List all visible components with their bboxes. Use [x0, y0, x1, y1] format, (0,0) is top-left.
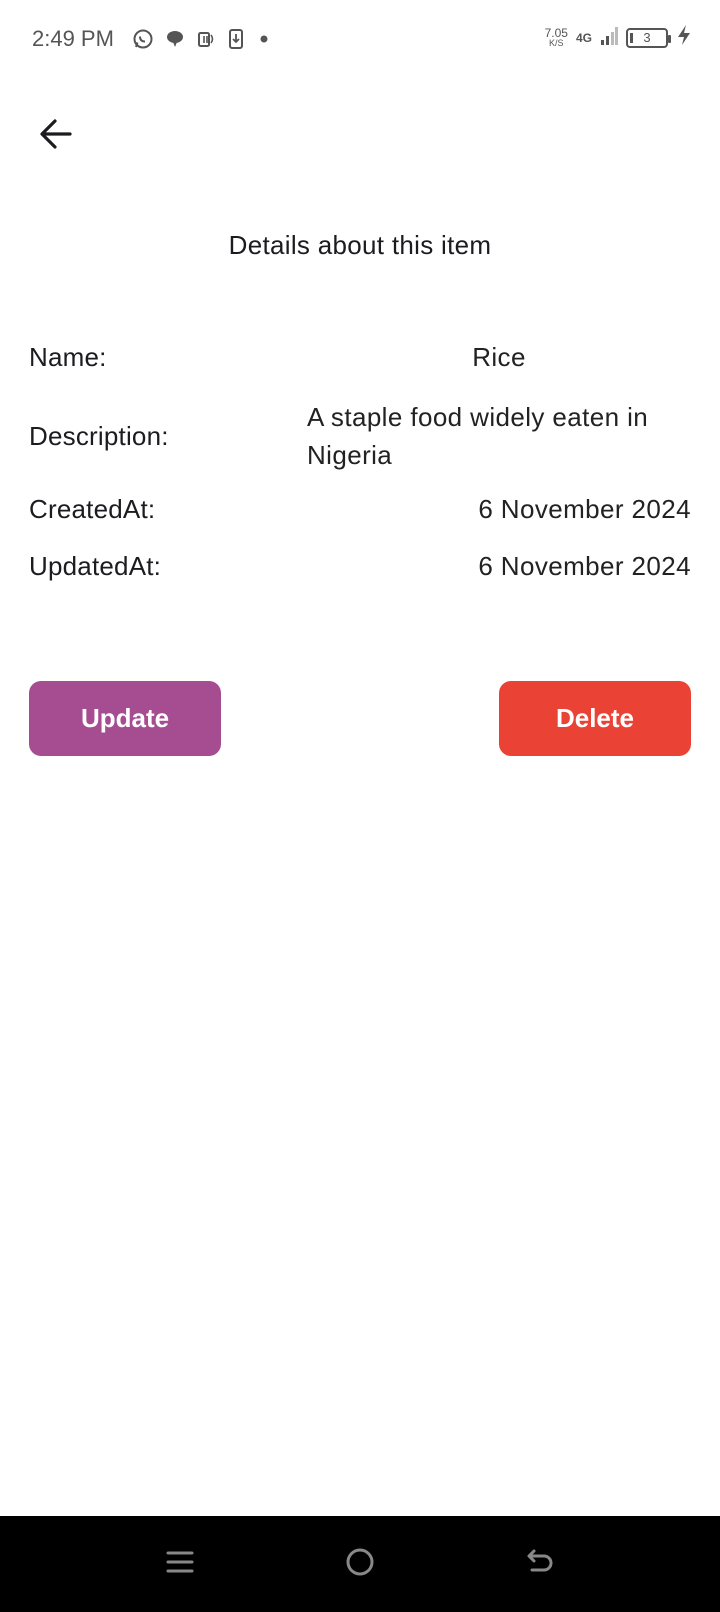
dot-icon	[256, 28, 272, 50]
page-title: Details about this item	[228, 230, 492, 260]
name-value: Rice	[472, 342, 526, 372]
whatsapp-icon	[132, 28, 154, 50]
delete-button[interactable]: Delete	[499, 681, 691, 756]
detail-row-updated: UpdatedAt: 6 November 2024	[29, 551, 691, 582]
network-type: 4G	[575, 30, 592, 45]
network-speed-unit: K/S	[549, 38, 564, 48]
charging-icon	[676, 24, 692, 51]
detail-row-created: CreatedAt: 6 November 2024	[29, 494, 691, 525]
update-button[interactable]: Update	[29, 681, 221, 756]
chat-icon	[164, 28, 186, 50]
signal-icon	[600, 24, 618, 51]
download-icon	[226, 28, 246, 50]
arrow-left-icon	[38, 116, 74, 157]
description-value: A staple food widely eaten in Nigeria	[307, 402, 649, 470]
nav-back-button[interactable]	[520, 1544, 560, 1584]
status-indicators: 7.05 K/S 4G 3	[545, 24, 692, 51]
detail-row-description: Description: A staple food widely eaten …	[29, 398, 691, 474]
created-label: CreatedAt:	[29, 494, 156, 524]
home-circle-icon	[344, 1546, 376, 1583]
description-label: Description:	[29, 420, 169, 451]
updated-label: UpdatedAt:	[29, 551, 162, 581]
menu-icon	[165, 1547, 195, 1582]
network-speed: 7.05 K/S	[545, 27, 568, 48]
nav-recents-button[interactable]	[160, 1544, 200, 1584]
updated-value: 6 November 2024	[478, 551, 691, 581]
detail-row-name: Name: Rice	[29, 342, 691, 373]
back-arrow-icon	[524, 1546, 556, 1583]
created-value: 6 November 2024	[478, 494, 691, 524]
notification-icons	[132, 28, 272, 50]
name-label: Name:	[29, 342, 107, 372]
status-bar: 2:49 PM 7.05 K/S 4G 3	[0, 0, 720, 80]
battery-icon: 3	[626, 27, 671, 48]
status-time: 2:49 PM	[32, 26, 114, 51]
battery-level: 3	[643, 30, 651, 45]
nav-home-button[interactable]	[340, 1544, 380, 1584]
back-button[interactable]	[30, 110, 82, 162]
system-nav-bar	[0, 1516, 720, 1612]
nfc-icon	[196, 28, 216, 50]
